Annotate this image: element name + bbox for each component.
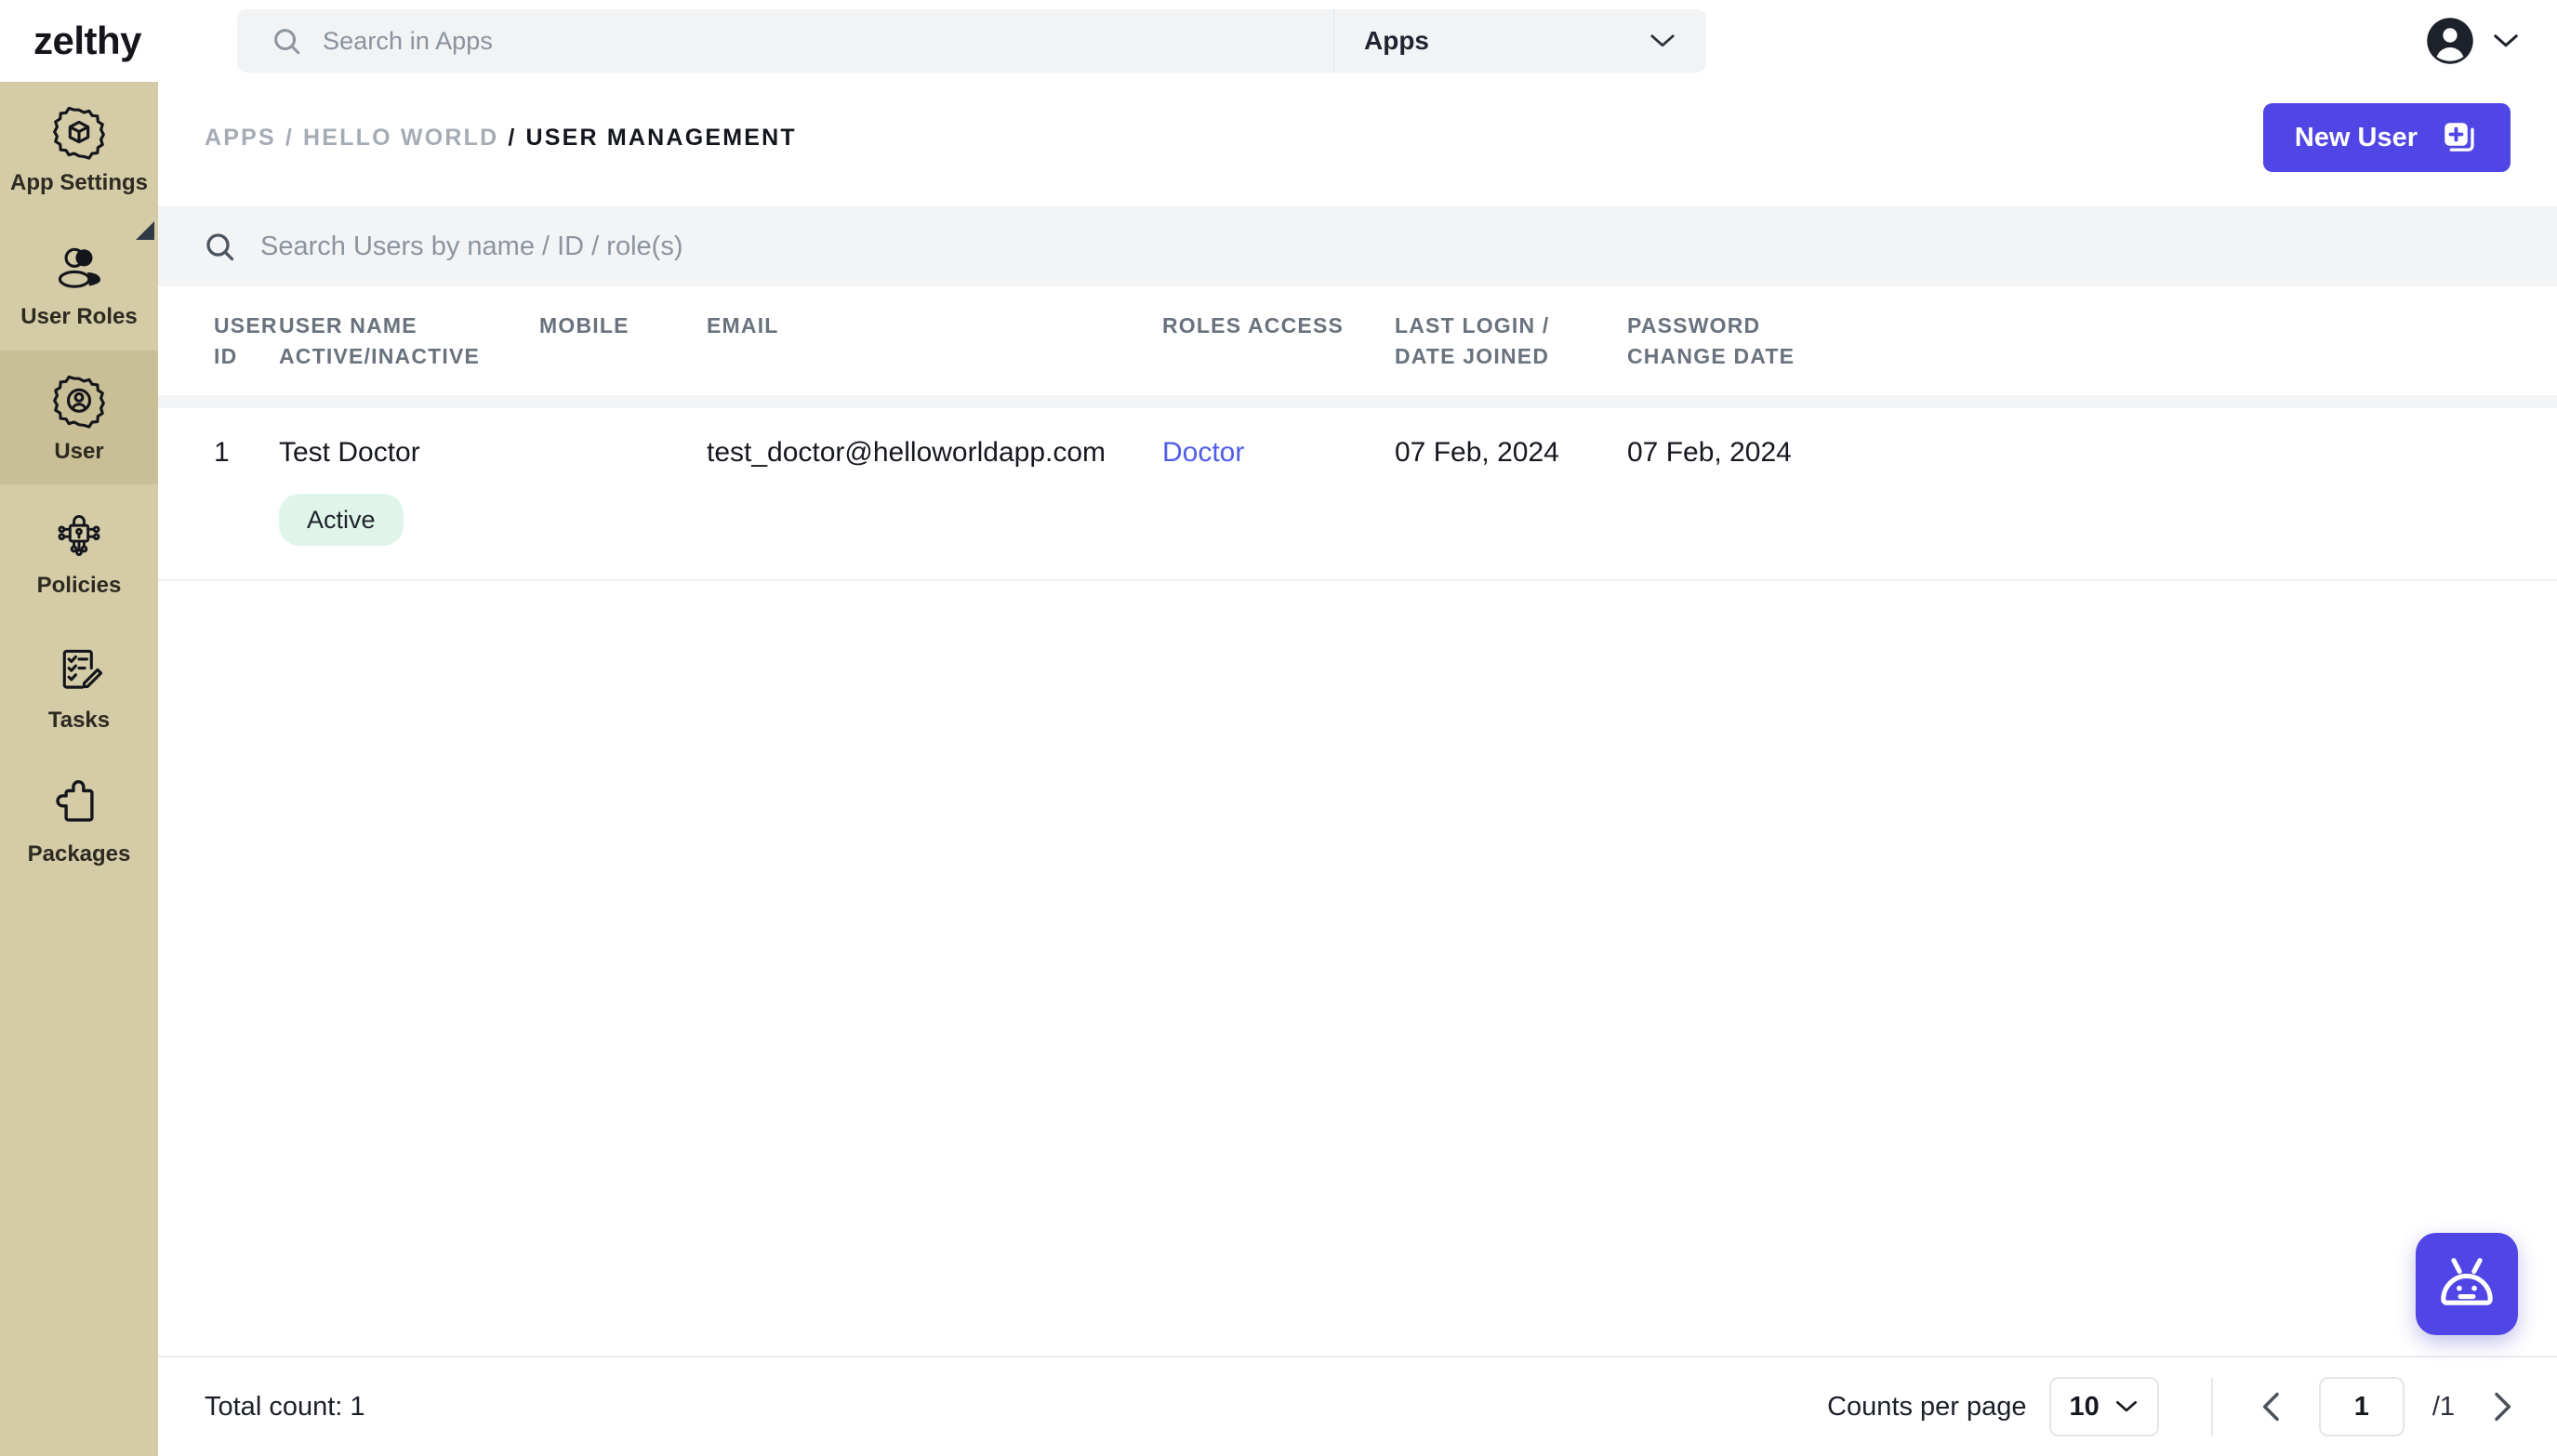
role-link-doctor[interactable]: Doctor [1162, 437, 1244, 468]
app-root: zelthy Search in Apps Apps App Settings … [0, 0, 2557, 1456]
chevron-down-icon [2492, 33, 2520, 49]
breadcrumb-item-user-management: USER MANAGEMENT [525, 124, 797, 151]
gear-user-icon [52, 375, 106, 429]
main-content: APPS / HELLO WORLD / USER MANAGEMENT New… [158, 82, 2557, 1456]
users-table: USER ID USER NAME ACTIVE/INACTIVE MOBILE E… [158, 286, 2557, 582]
breadcrumb-separator: / [508, 124, 517, 151]
sidebar-item-tasks[interactable]: Tasks [0, 619, 158, 753]
account-menu[interactable] [2425, 16, 2520, 66]
brand-logo[interactable]: zelthy [0, 21, 158, 60]
sidebar-item-label: User Roles [20, 304, 138, 330]
table-header-divider [158, 394, 2557, 408]
top-bar: zelthy Search in Apps Apps [0, 0, 2557, 82]
search-icon [271, 25, 302, 57]
sidebar-item-label: Policies [36, 573, 122, 599]
table-header-row: USER ID USER NAME ACTIVE/INACTIVE MOBILE E… [158, 286, 2557, 395]
column-header-last-login: LAST LOGIN / DATE JOINED [1395, 313, 1550, 369]
sidebar-item-user-roles[interactable]: User Roles [0, 216, 158, 350]
global-search-input[interactable]: Search in Apps [237, 9, 1333, 73]
counts-per-page-select[interactable]: 10 [2048, 1377, 2159, 1436]
search-scope-dropdown[interactable]: Apps [1334, 9, 1706, 73]
sidebar: App Settings User Roles User Policies Ta… [0, 82, 158, 1456]
add-document-icon [2440, 118, 2479, 157]
column-header-mobile: MOBILE [539, 313, 629, 338]
cell-roles-access: Doctor [1162, 436, 1395, 582]
cell-spacer [1981, 436, 2557, 582]
user-name-text: Test Doctor [279, 436, 420, 468]
sidebar-item-label: User [54, 438, 104, 464]
avatar [2425, 16, 2475, 66]
column-header-user-name: USER NAME ACTIVE/INACTIVE [279, 313, 481, 369]
global-search-bar: Search in Apps Apps [237, 9, 1706, 73]
cell-email: test_doctor@helloworldapp.com [707, 436, 1162, 582]
breadcrumb-item-hello-world[interactable]: HELLO WORLD [303, 125, 498, 152]
sidebar-item-packages[interactable]: Packages [0, 753, 158, 887]
search-icon [203, 230, 236, 263]
pager: 1 /1 [2254, 1377, 2520, 1436]
user-search-placeholder: Search Users by name / ID / role(s) [260, 231, 683, 261]
cell-mobile [539, 436, 707, 582]
puzzle-piece-icon [52, 777, 106, 831]
column-header-password-change-date: PASSWORD CHANGE DATE [1627, 313, 1795, 369]
search-scope-label: Apps [1364, 26, 1429, 55]
column-header-roles-access: ROLES ACCESS [1162, 313, 1345, 338]
users-icon [52, 240, 106, 294]
new-user-button-label: New User [2294, 122, 2418, 152]
lock-network-icon [52, 509, 106, 563]
table-footer: Total count: 1 Counts per page 10 1 /1 [158, 1356, 2557, 1456]
checklist-edit-icon [52, 643, 106, 697]
table-row[interactable]: 1 Test Doctor Active test_doctor@hellowo… [158, 408, 2557, 582]
cell-user-id: 1 [158, 436, 279, 582]
user-search-bar[interactable]: Search Users by name / ID / role(s) [158, 206, 2557, 286]
gear-cube-icon [52, 106, 106, 160]
total-count-label: Total count: 1 [205, 1391, 365, 1422]
page-number-input[interactable]: 1 [2318, 1377, 2405, 1436]
column-header-email: EMAIL [707, 313, 779, 338]
breadcrumb-separator: / [285, 124, 295, 151]
chevron-left-icon[interactable] [2254, 1388, 2291, 1425]
column-header-user-id: USER ID [214, 313, 278, 369]
sidebar-item-label: App Settings [10, 170, 148, 195]
breadcrumb: APPS / HELLO WORLD / USER MANAGEMENT [205, 125, 797, 152]
chevron-right-icon[interactable] [2483, 1388, 2520, 1425]
cell-password-change-date: 07 Feb, 2024 [1627, 436, 1981, 582]
cell-last-login: 07 Feb, 2024 [1395, 436, 1627, 582]
robot-icon [2433, 1249, 2500, 1320]
sidebar-item-label: Tasks [47, 707, 111, 733]
sidebar-item-label: Packages [27, 841, 131, 867]
global-search-placeholder: Search in Apps [323, 26, 494, 55]
counts-per-page-value: 10 [2069, 1391, 2100, 1422]
collapse-arrow-icon[interactable] [136, 221, 154, 240]
footer-divider [2210, 1378, 2213, 1436]
cell-user-name: Test Doctor Active [279, 436, 539, 582]
page-header: APPS / HELLO WORLD / USER MANAGEMENT New… [158, 82, 2557, 193]
counts-per-page-label: Counts per page [1827, 1391, 2027, 1422]
pagination-controls: Counts per page 10 1 /1 [1827, 1377, 2520, 1436]
chat-assistant-button[interactable] [2416, 1233, 2518, 1335]
sidebar-item-policies[interactable]: Policies [0, 484, 158, 618]
sidebar-item-user[interactable]: User [0, 350, 158, 485]
sidebar-item-app-settings[interactable]: App Settings [0, 82, 158, 216]
breadcrumb-item-apps[interactable]: APPS [205, 125, 276, 152]
total-pages-label: /1 [2431, 1391, 2455, 1422]
new-user-button[interactable]: New User [2262, 103, 2511, 172]
chevron-down-icon [2114, 1399, 2139, 1414]
chevron-down-icon [1649, 33, 1676, 49]
status-badge: Active [279, 493, 404, 547]
